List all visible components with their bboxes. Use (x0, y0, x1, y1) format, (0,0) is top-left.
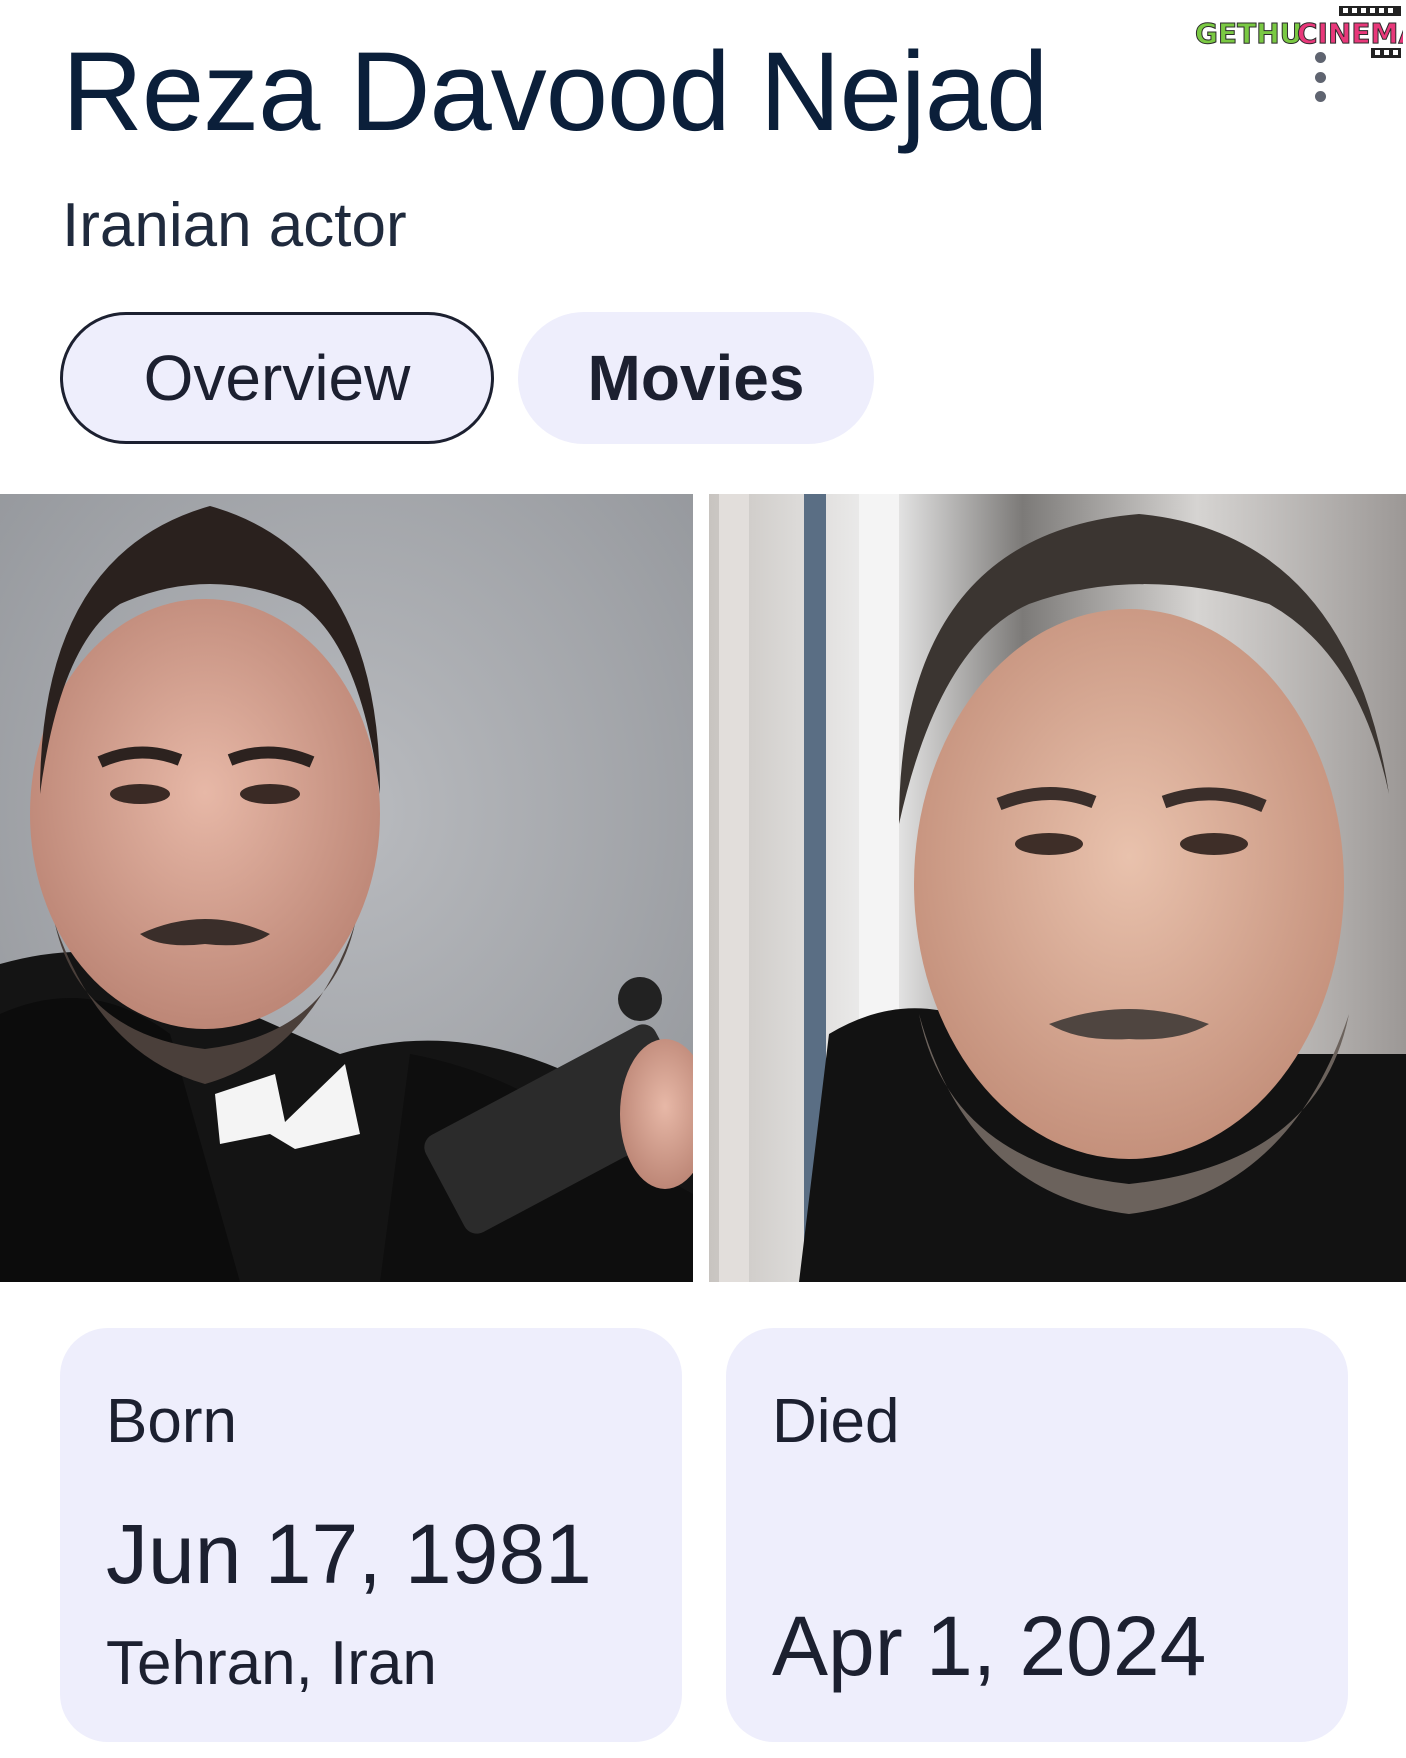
entity-title: Reza Davood Nejad (62, 29, 1048, 154)
actor-photo-tuxedo[interactable] (0, 494, 693, 1282)
died-date: Apr 1, 2024 (772, 1599, 1207, 1693)
tab-bar: Overview Movies (60, 312, 874, 444)
entity-subtitle: Iranian actor (62, 191, 407, 260)
tab-movies[interactable]: Movies (518, 312, 874, 444)
born-date: Jun 17, 1981 (106, 1507, 592, 1601)
died-label: Died (772, 1387, 900, 1456)
actor-photo-hoodie[interactable] (709, 494, 1406, 1282)
born-label: Born (106, 1387, 237, 1456)
image-gallery (0, 494, 1406, 1282)
svg-text:GETHU: GETHU (1195, 17, 1302, 50)
born-place: Tehran, Iran (106, 1629, 437, 1698)
tab-overview[interactable]: Overview (60, 312, 494, 444)
watermark-logo: GETHU CINEMA (1195, 6, 1403, 58)
born-fact-card[interactable]: Born Jun 17, 1981 Tehran, Iran (60, 1328, 682, 1742)
more-options-icon[interactable] (1300, 52, 1340, 102)
svg-text:CINEMA: CINEMA (1297, 17, 1403, 50)
died-fact-card[interactable]: Died Apr 1, 2024 (726, 1328, 1348, 1742)
